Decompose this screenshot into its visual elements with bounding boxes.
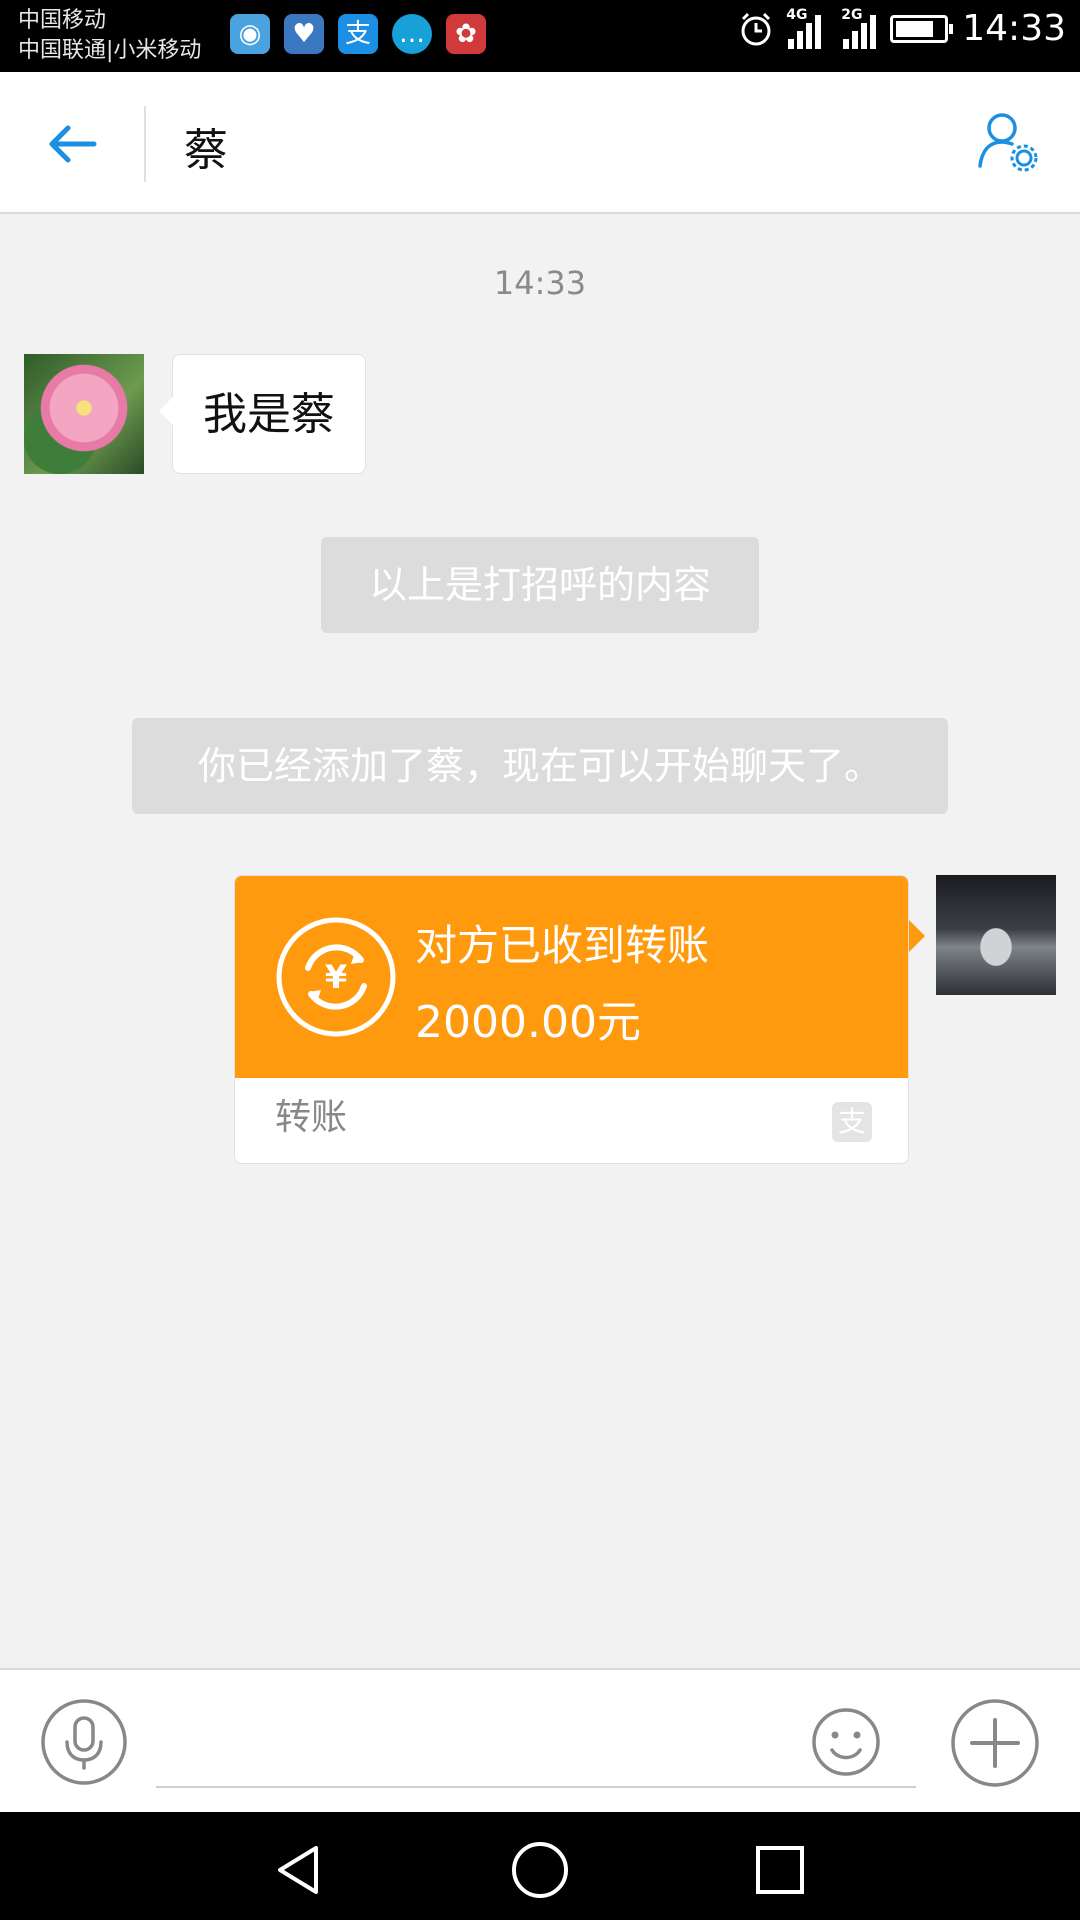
nav-back-icon[interactable] xyxy=(270,1842,326,1898)
nav-home-icon[interactable] xyxy=(510,1840,570,1900)
back-arrow-icon[interactable] xyxy=(44,116,100,172)
network-type-1: 4G xyxy=(786,6,808,23)
carrier-info: 中国移动 中国联通|小米移动 xyxy=(18,6,201,66)
more-options-icon[interactable] xyxy=(950,1698,1040,1788)
system-note-added: 你已经添加了蔡，现在可以开始聊天了。 xyxy=(132,718,948,814)
transfer-card-tail xyxy=(909,920,925,952)
chat-title: 蔡 xyxy=(184,125,228,176)
nav-recent-apps-icon[interactable] xyxy=(752,1842,808,1898)
system-indicators: 4G 2G 14:33 xyxy=(738,6,1066,49)
alarm-icon xyxy=(741,12,771,45)
my-avatar[interactable] xyxy=(936,875,1056,995)
notification-icons: ◉ ♥ 支 … ✿ xyxy=(230,14,486,54)
carrier-line-2: 中国联通|小米移动 xyxy=(18,38,202,63)
currency-symbol: ¥ xyxy=(325,958,347,996)
signal-4g-icon: 4G xyxy=(786,6,822,49)
alipay-icon: 支 xyxy=(338,14,378,54)
network-type-2: 2G xyxy=(841,6,863,23)
contact-settings-icon[interactable] xyxy=(976,110,1042,176)
voice-input-icon[interactable] xyxy=(40,1698,128,1786)
alipay-logo-icon: 支 xyxy=(832,1102,872,1142)
browser-icon: ◉ xyxy=(230,14,270,54)
header-divider xyxy=(144,106,146,182)
message-input[interactable] xyxy=(156,1700,916,1788)
incoming-message-bubble[interactable]: 我是蔡 xyxy=(159,354,366,474)
carrier-line-1: 中国移动 xyxy=(18,8,107,33)
battery-fill xyxy=(896,20,934,37)
input-bar xyxy=(0,1668,1080,1812)
transfer-card-header: ¥ 对方已收到转账 2000.00元 xyxy=(235,876,908,1078)
chat-header: 蔡 xyxy=(0,72,1080,214)
battery-icon xyxy=(890,14,954,43)
transfer-status: 对方已收到转账 xyxy=(415,921,710,970)
status-bar: 中国移动 中国联通|小米移动 ◉ ♥ 支 … ✿ 4G 2G 14:33 xyxy=(0,0,1080,72)
message-timestamp: 14:33 xyxy=(493,264,587,302)
system-note-greeting: 以上是打招呼的内容 xyxy=(321,537,759,633)
transfer-received-icon: ¥ xyxy=(276,917,396,1037)
transfer-amount: 2000.00元 xyxy=(415,997,641,1048)
system-nav-bar xyxy=(0,1812,1080,1920)
health-icon: ♥ xyxy=(284,14,324,54)
status-clock: 14:33 xyxy=(962,8,1066,49)
signal-2g-icon: 2G xyxy=(841,6,877,49)
transfer-card[interactable]: ¥ 对方已收到转账 2000.00元 转账 支 xyxy=(234,875,909,1164)
emoji-icon[interactable] xyxy=(810,1706,882,1778)
message-icon: … xyxy=(392,14,432,54)
transfer-label: 转账 xyxy=(275,1097,348,1138)
huawei-icon: ✿ xyxy=(446,14,486,54)
contact-avatar[interactable] xyxy=(24,354,144,474)
